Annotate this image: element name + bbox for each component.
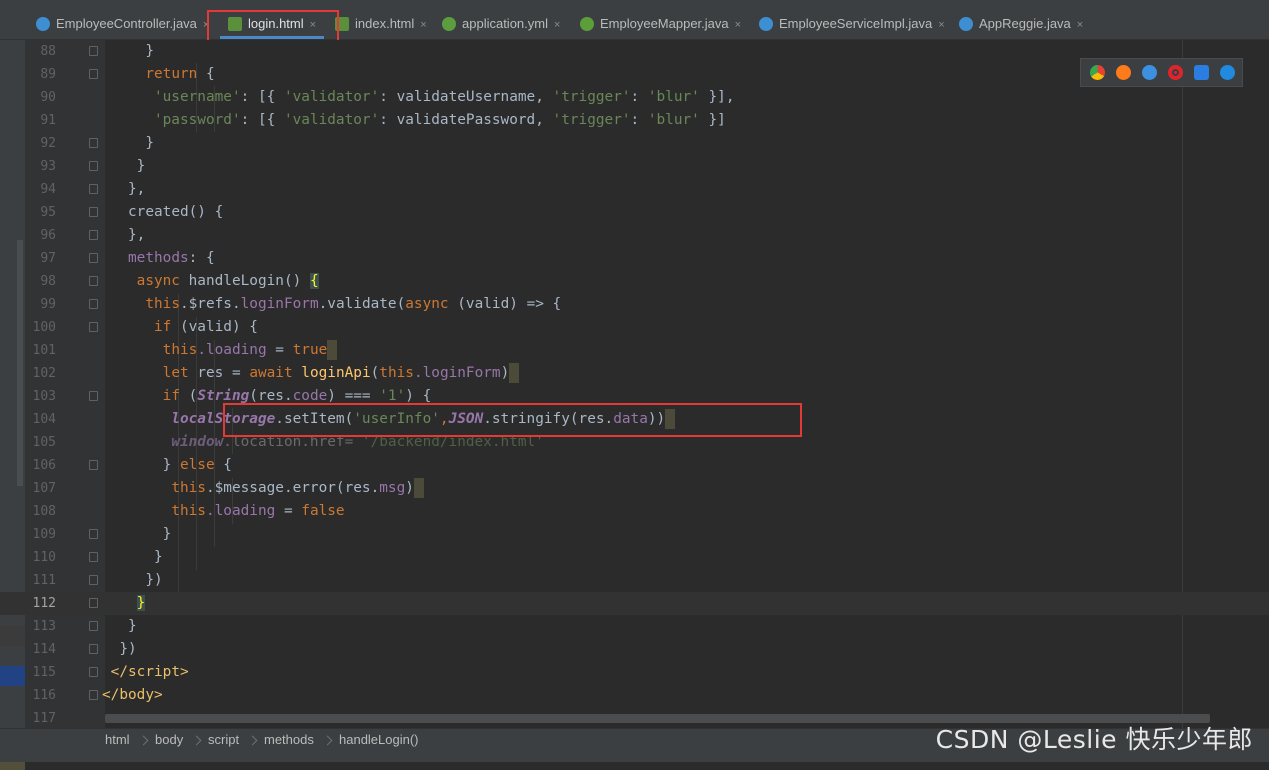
code-line: 92 } <box>40 135 154 151</box>
fold-marker[interactable] <box>89 575 98 585</box>
code-line: 115 </script> <box>32 664 189 680</box>
chevron-right-icon <box>138 735 149 746</box>
highlight-box-code <box>223 403 802 437</box>
watermark: CSDN @Leslie 快乐少年郎 <box>935 725 1253 754</box>
java-interface-icon <box>580 16 594 31</box>
breadcrumb-handlelogin[interactable]: handleLogin() <box>339 729 419 751</box>
tab-index-html[interactable]: index.html × <box>335 8 427 39</box>
fold-marker[interactable] <box>89 69 98 79</box>
code-line: 93 } <box>40 158 146 174</box>
fold-marker[interactable] <box>89 161 98 171</box>
fold-marker[interactable] <box>89 184 98 194</box>
fold-marker[interactable] <box>89 529 98 539</box>
code-line-current: 112 } <box>0 592 1269 615</box>
toolbar-strip <box>0 0 1269 8</box>
code-line: 101 this.loading = true <box>0 339 1269 362</box>
fold-marker[interactable] <box>89 690 98 700</box>
tab-employee-controller[interactable]: EmployeeController.java × <box>36 8 209 39</box>
code-line: 107 this.$message.error(res.msg) <box>0 477 1269 500</box>
fold-marker[interactable] <box>89 667 98 677</box>
code-line: 95 created() { <box>40 204 224 220</box>
fold-marker[interactable] <box>89 299 98 309</box>
code-line: 90 'username': [{ 'validator': validateU… <box>40 89 735 105</box>
chevron-right-icon <box>322 735 333 746</box>
editor-tab-bar: EmployeeController.java × login.html × ind… <box>0 8 1269 40</box>
close-icon[interactable]: × <box>420 19 426 31</box>
close-icon[interactable]: × <box>554 19 560 31</box>
java-class-icon <box>959 16 973 31</box>
fold-marker[interactable] <box>89 621 98 631</box>
close-icon[interactable]: × <box>1077 19 1083 31</box>
code-line: 98 async handleLogin() { <box>40 273 319 289</box>
edge-icon[interactable] <box>1220 65 1235 80</box>
breadcrumb-body[interactable]: body <box>155 729 183 751</box>
code-line: 110 } <box>32 549 163 565</box>
code-line: 100 if (valid) { <box>32 319 258 335</box>
fold-marker[interactable] <box>89 46 98 56</box>
breadcrumb-methods[interactable]: methods <box>264 729 314 751</box>
fold-marker[interactable] <box>89 230 98 240</box>
code-line: 114 }) <box>32 641 137 657</box>
tab-employee-mapper[interactable]: EmployeeMapper.java × <box>580 8 741 39</box>
code-line: 99 this.$refs.loginForm.validate(async (… <box>40 296 562 312</box>
fold-marker[interactable] <box>89 598 98 608</box>
fold-marker[interactable] <box>89 322 98 332</box>
fold-marker[interactable] <box>89 207 98 217</box>
browser-preview-bar <box>1080 58 1243 87</box>
ie-icon[interactable] <box>1194 65 1209 80</box>
code-line: 106 } else { <box>32 457 232 473</box>
fold-marker[interactable] <box>89 460 98 470</box>
chrome-icon[interactable] <box>1090 65 1105 80</box>
code-line: 111 }) <box>32 572 163 588</box>
close-icon[interactable]: × <box>735 19 741 31</box>
code-line: 108 this.loading = false <box>32 503 345 519</box>
code-line: 97 methods: { <box>40 250 215 266</box>
fold-marker[interactable] <box>89 138 98 148</box>
fold-marker[interactable] <box>89 253 98 263</box>
firefox-icon[interactable] <box>1116 65 1131 80</box>
breadcrumb-html[interactable]: html <box>105 729 130 751</box>
tab-employee-service-impl[interactable]: EmployeeServiceImpl.java × <box>759 8 945 39</box>
code-line: 96 }, <box>40 227 146 243</box>
code-line: 113 } <box>32 618 137 634</box>
code-line: 102 let res = await loginApi(this.loginF… <box>0 362 1269 385</box>
fold-marker[interactable] <box>89 552 98 562</box>
chevron-right-icon <box>247 735 258 746</box>
java-class-icon <box>36 16 50 31</box>
fold-marker[interactable] <box>89 644 98 654</box>
fold-marker[interactable] <box>89 276 98 286</box>
code-line: 109 } <box>32 526 172 542</box>
fold-marker[interactable] <box>89 391 98 401</box>
code-line: 91 'password': [{ 'validator': validateP… <box>40 112 726 128</box>
java-class-icon <box>759 16 773 31</box>
code-line: 116 </body> <box>32 687 163 703</box>
code-line: 94 }, <box>40 181 146 197</box>
safari-icon[interactable] <box>1142 65 1157 80</box>
breadcrumb-script[interactable]: script <box>208 729 239 751</box>
close-icon[interactable]: × <box>938 19 944 31</box>
code-line: 89 return { <box>40 66 215 82</box>
tab-application-yml[interactable]: application.yml × <box>442 8 560 39</box>
code-line: 88 } <box>40 43 154 59</box>
chevron-right-icon <box>191 735 202 746</box>
tab-app-reggie[interactable]: AppReggie.java × <box>959 8 1083 39</box>
yaml-file-icon <box>442 16 456 31</box>
opera-icon[interactable] <box>1168 65 1183 80</box>
